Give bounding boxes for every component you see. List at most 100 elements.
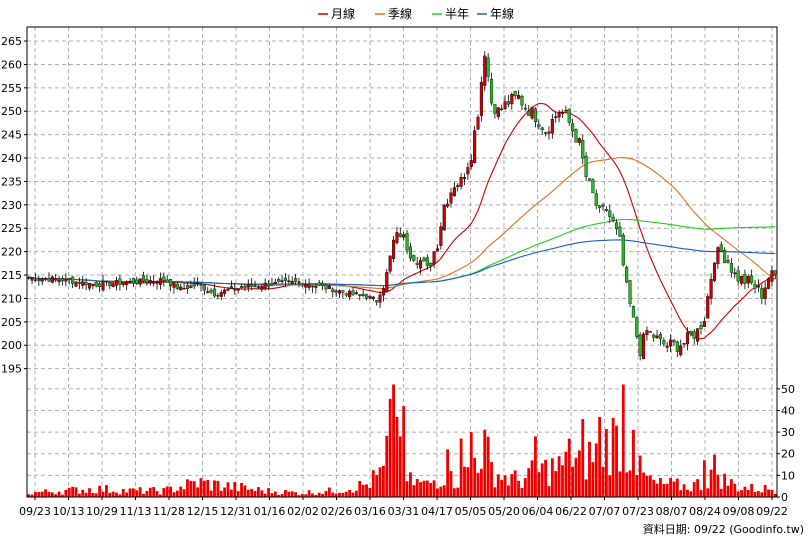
candle-body [209,289,213,293]
volume-bar [229,489,233,497]
chart-grid [27,27,777,497]
candle-body [564,110,568,112]
volume-bar [719,488,723,497]
volume-bar [584,479,588,497]
volume-bar [334,493,338,497]
volume-bar [253,490,257,497]
candle-body [594,193,598,206]
candle-body [574,129,578,143]
volume-bar [196,487,200,497]
candle-body [321,282,325,286]
x-axis: 09/23 10/13 10/29 11/13 11/28 12/15 12/31 01/16… [19,497,788,518]
volume-bar [550,458,554,497]
candle-body [767,278,771,289]
volume-bar [571,466,575,497]
volume-bar [760,492,764,497]
candle-body [175,283,179,289]
volume-bar [223,487,227,497]
candle-body [625,266,629,283]
volume-bar [250,488,254,497]
candle-body [631,306,635,318]
candle-body [422,257,426,262]
candle-body [337,290,342,294]
candle-body [456,185,460,187]
candle-body [131,278,135,284]
volume-bar [341,492,345,497]
volume-bar [581,419,585,497]
volume-bar [240,482,243,497]
volume-bar [561,465,564,497]
candle-body [750,275,754,284]
volume-bar [672,481,676,497]
volume-bar [169,486,172,497]
volume-bar [611,417,615,497]
volume-bar [716,474,720,497]
volume-bar [368,487,372,497]
date-tick-label: 09/22 [756,505,788,518]
volume-bar [186,479,189,497]
volume-bar [476,472,480,497]
volume-bar [740,490,743,497]
candle-body [108,282,112,286]
candle-body [142,275,146,282]
candle-body [442,204,446,231]
candle-body [223,289,227,294]
candle-body [179,286,183,291]
date-tick-label: 05/20 [488,505,520,518]
volume-bar [662,483,666,497]
volume-bar [290,491,294,497]
volume-bar [628,470,632,497]
candle-body [263,282,267,290]
volume-bar [145,490,149,497]
volume-bar [729,479,733,497]
candle-body [469,160,473,167]
candle-body [517,95,521,99]
candle-body [128,280,132,283]
candle-body [81,281,85,286]
price-axis: 195 200 205 210 215 220 225 230 235 240 245 250 255 2… [1,35,27,376]
price-tick-label: 240 [1,152,22,165]
candle-body [371,296,375,300]
volume-bar [463,466,466,497]
candle-body [756,285,760,288]
date-tick-label: 08/24 [689,505,721,518]
candle-body [54,278,58,281]
candle-body [118,278,122,285]
candle-body [283,277,287,281]
candle-body [341,290,345,293]
volume-bar [273,491,277,497]
candle-body [658,334,662,340]
volume-bar [412,485,416,497]
candle-body [67,278,71,280]
volume-bar [88,488,91,497]
candle-body [530,107,534,119]
candle-body [94,282,98,287]
volume-bar [510,474,514,497]
volume-axis: 0 10 20 30 40 50 [777,383,795,504]
stock-chart: 月線 季線 半年 年線 195 200 205 210 215 220 225 230 235 240 2… [0,0,808,540]
volume-bar [645,475,649,497]
volume-bar [135,490,139,497]
date-tick-label: 02/02 [287,505,319,518]
volume-bar [155,491,159,497]
candle-body [537,124,541,127]
candle-body [702,321,706,327]
volume-bar [199,478,203,497]
candle-body [655,335,659,338]
candle-body [358,294,362,296]
candle-body [331,288,335,293]
candle-body [253,285,257,287]
candle-body [473,130,477,164]
candle-body [87,282,92,289]
volume-bar [436,488,439,497]
candle-body [219,292,223,297]
candle-body [27,277,31,279]
volume-bar [71,486,75,497]
candle-body [527,110,531,116]
candle-body [675,341,679,352]
data-date-footer: 資料日期: 09/22 (Goodinfo.tw) [643,522,804,536]
candle-body [476,116,480,130]
volume-bar [638,455,642,497]
volume-bar [517,480,520,497]
candle-body [503,101,507,110]
